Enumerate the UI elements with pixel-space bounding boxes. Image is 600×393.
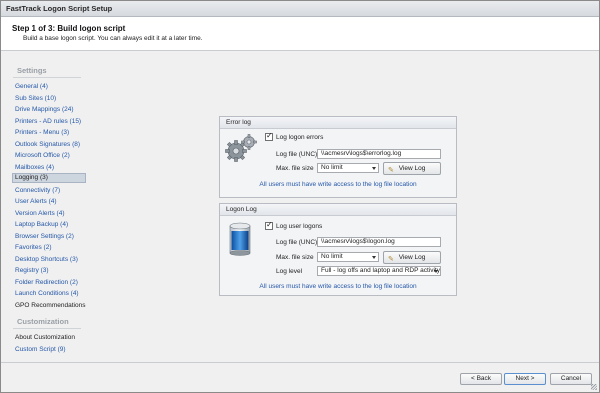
log-errors-checkbox[interactable] xyxy=(265,131,273,141)
log-level-select[interactable]: Full - log offs and laptop and RDP activ… xyxy=(317,266,441,276)
logon-view-log-button[interactable]: ✎ View Log xyxy=(383,251,441,264)
logon-log-size-select[interactable]: No limit xyxy=(317,252,379,262)
sidebar-item-sub-sites[interactable]: Sub Sites (10) xyxy=(15,95,56,102)
sidebar-item-laptop-backup[interactable]: Laptop Backup (4) xyxy=(15,221,68,228)
cancel-button[interactable]: Cancel xyxy=(550,373,592,385)
back-button[interactable]: < Back xyxy=(460,373,502,385)
sidebar-item-logging[interactable]: Logging (3) xyxy=(12,173,86,183)
error-log-title: Error log xyxy=(226,119,251,126)
logon-log-note-link[interactable]: All users must have write access to the … xyxy=(220,283,456,290)
chevron-down-icon xyxy=(434,270,438,273)
settings-sidebar: Settings General (4) Sub Sites (10) Driv… xyxy=(1,52,90,362)
logon-log-group: Logon Log Log user logons Log file ( xyxy=(219,203,457,296)
logon-log-size-label: Max. file size xyxy=(276,254,314,261)
sidebar-item-printers-menu[interactable]: Printers - Menu (3) xyxy=(15,129,69,136)
window-title: FastTrack Logon Script Setup xyxy=(6,4,113,13)
sidebar-item-gpo-recommendations[interactable]: GPO Recommendations xyxy=(15,302,85,309)
view-log-icon: ✎ xyxy=(388,256,394,263)
sidebar-item-user-alerts[interactable]: User Alerts (4) xyxy=(15,198,57,205)
error-log-size-value: No limit xyxy=(321,164,343,171)
sidebar-item-custom-script[interactable]: Custom Script (9) xyxy=(15,346,66,353)
sidebar-item-desktop-shortcuts[interactable]: Desktop Shortcuts (3) xyxy=(15,256,78,263)
logon-log-file-input[interactable]: \\acmesrv\logs$\logon.log xyxy=(317,237,441,247)
log-errors-label: Log logon errors xyxy=(276,134,324,141)
log-logons-checkbox[interactable] xyxy=(265,220,273,230)
step-header: Step 1 of 3: Build logon script Build a … xyxy=(1,17,599,51)
chevron-down-icon xyxy=(372,256,376,259)
error-log-file-label: Log file (UNC) xyxy=(276,151,318,158)
log-logons-label: Log user logons xyxy=(276,223,323,230)
logon-log-file-label: Log file (UNC) xyxy=(276,239,318,246)
error-view-log-label: View Log xyxy=(398,165,426,172)
sidebar-item-microsoft-office[interactable]: Microsoft Office (2) xyxy=(15,152,70,159)
log-level-value: Full - log offs and laptop and RDP activ… xyxy=(321,267,440,274)
log-level-label: Log level xyxy=(276,268,303,275)
sidebar-item-version-alerts[interactable]: Version Alerts (4) xyxy=(15,210,65,217)
error-log-header: Error log xyxy=(220,117,456,129)
sidebar-item-outlook-signatures[interactable]: Outlook Signatures (8) xyxy=(15,141,80,148)
error-log-size-label: Max. file size xyxy=(276,165,314,172)
title-bar: FastTrack Logon Script Setup xyxy=(1,1,599,17)
setup-window: FastTrack Logon Script Setup Step 1 of 3… xyxy=(0,0,600,393)
customization-divider xyxy=(13,328,81,329)
sidebar-item-launch-conditions[interactable]: Launch Conditions (4) xyxy=(15,290,79,297)
sidebar-item-favorites[interactable]: Favorites (2) xyxy=(15,244,51,251)
resize-grip[interactable] xyxy=(591,384,597,390)
settings-divider xyxy=(13,77,81,78)
error-view-log-button[interactable]: ✎ View Log xyxy=(383,162,441,175)
sidebar-item-connectivity[interactable]: Connectivity (7) xyxy=(15,187,60,194)
step-title: Step 1 of 3: Build logon script xyxy=(12,24,126,33)
error-log-file-input[interactable]: \\acmesrv\logs$\errorlog.log xyxy=(317,149,441,159)
gears-icon xyxy=(225,134,257,162)
sidebar-item-about-customization[interactable]: About Customization xyxy=(15,334,75,341)
next-button[interactable]: Next > xyxy=(504,373,546,385)
sidebar-item-printers-ad-rules[interactable]: Printers - AD rules (15) xyxy=(15,118,81,125)
sidebar-item-browser-settings[interactable]: Browser Settings (2) xyxy=(15,233,74,240)
content-area: Error log Log logon erro xyxy=(90,52,599,362)
sidebar-item-drive-mappings[interactable]: Drive Mappings (24) xyxy=(15,106,74,113)
sidebar-item-registry[interactable]: Registry (3) xyxy=(15,267,49,274)
error-log-group: Error log Log logon erro xyxy=(219,116,457,198)
sidebar-item-folder-redirection[interactable]: Folder Redirection (2) xyxy=(15,279,78,286)
customization-heading: Customization xyxy=(17,317,69,326)
database-icon xyxy=(229,222,251,256)
chevron-down-icon xyxy=(372,167,376,170)
logon-log-header: Logon Log xyxy=(220,204,456,216)
footer-divider xyxy=(1,362,599,363)
step-subtitle: Build a base logon script. You can alway… xyxy=(23,35,203,42)
logon-view-log-label: View Log xyxy=(398,254,426,261)
settings-heading: Settings xyxy=(17,66,47,75)
logon-log-title: Logon Log xyxy=(226,206,257,213)
error-log-size-select[interactable]: No limit xyxy=(317,163,379,173)
view-log-icon: ✎ xyxy=(388,167,394,174)
error-log-note-link[interactable]: All users must have write access to the … xyxy=(220,181,456,188)
sidebar-item-mailboxes[interactable]: Mailboxes (4) xyxy=(15,164,54,171)
sidebar-item-general[interactable]: General (4) xyxy=(15,83,48,90)
logon-log-size-value: No limit xyxy=(321,253,343,260)
